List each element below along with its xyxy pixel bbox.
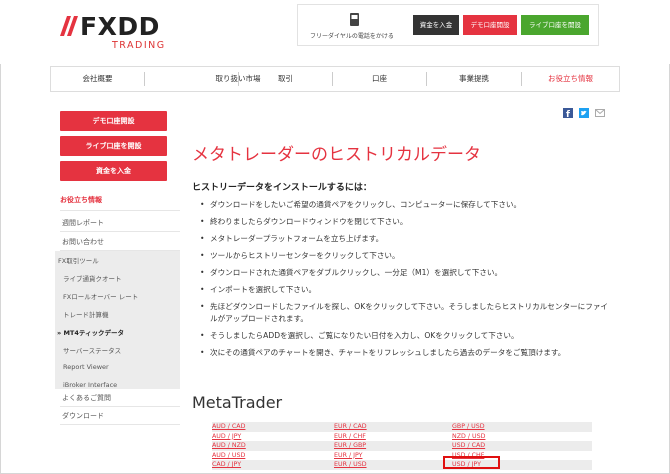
sidebar-divider: [60, 231, 180, 232]
live-account-button[interactable]: ライブ口座を開設: [521, 15, 589, 35]
facebook-icon[interactable]: f: [563, 108, 573, 118]
logo-name: FXDD: [80, 12, 160, 41]
sidebar-divider: [60, 406, 180, 407]
pair-link[interactable]: AUD / CAD: [212, 422, 245, 432]
pair-link[interactable]: EUR / CHF: [334, 432, 366, 442]
list-item: ダウンロードをしたいご希望の通貨ペアをクリックし、コンピューターに保存して下さい…: [200, 199, 612, 211]
sidebar-deposit-button[interactable]: 資金を入金: [60, 161, 167, 181]
site-header: FXDD TRADING フリーダイヤルの電話をかける 資金を入金 デモ口座開設…: [0, 0, 670, 64]
section-subtitle: ヒストリーデータをインストールするには：: [192, 183, 372, 193]
demo-account-button[interactable]: デモ口座開設: [463, 15, 517, 35]
sidebar-item-weekly-report[interactable]: 週間レポート: [62, 218, 104, 228]
list-item: ツールからヒストリーセンターをクリックして下さい。: [200, 250, 612, 262]
nav-trading[interactable]: 取引: [239, 67, 332, 91]
twitter-icon[interactable]: [579, 108, 589, 118]
pair-link[interactable]: AUD / JPY: [212, 432, 241, 442]
pair-link[interactable]: AUD / USD: [212, 451, 245, 461]
sidebar-subitem-label: MT4ティックデータ: [63, 329, 125, 337]
list-item: ダウンロードされた通貨ペアをダブルクリックし、一分足（M1）を選択して下さい。: [200, 267, 612, 279]
table-row: CAD / JPY EUR / USD USD / JPY: [212, 460, 592, 470]
table-row: AUD / CAD EUR / CAD GBP / USD: [212, 422, 592, 432]
deposit-button[interactable]: 資金を入金: [413, 15, 459, 35]
table-row: AUD / USD EUR / JPY USD / CHF: [212, 451, 592, 461]
pair-link[interactable]: EUR / GBP: [334, 441, 366, 451]
pair-link[interactable]: EUR / JPY: [334, 451, 362, 461]
sidebar-demo-button[interactable]: デモ口座開設: [60, 111, 167, 131]
pair-link[interactable]: NZD / USD: [452, 432, 485, 442]
usd-jpy-highlight-box: [443, 456, 500, 469]
sidebar-subitem-report-viewer[interactable]: Report Viewer: [63, 363, 109, 371]
svg-text:f: f: [566, 110, 570, 118]
nav-account[interactable]: 口座: [333, 67, 426, 91]
sidebar-submenu: FX取引ツール ライブ通貨クオート FXロールオーバー レート トレード計算機 …: [55, 251, 180, 389]
pair-link[interactable]: GBP / USD: [452, 422, 485, 432]
sidebar-subitem-calculator[interactable]: トレード計算機: [63, 309, 109, 319]
pair-link[interactable]: USD / CAD: [452, 441, 485, 451]
pair-link[interactable]: CAD / JPY: [212, 460, 241, 470]
logo-slash-icon: [60, 16, 78, 36]
sidebar-item-faq[interactable]: よくあるご質問: [62, 393, 111, 403]
pair-link[interactable]: AUD / NZD: [212, 441, 246, 451]
sidebar-heading[interactable]: お役立ち情報: [60, 195, 102, 205]
sidebar-subitem-server-status[interactable]: サーバーステータス: [63, 345, 121, 355]
sidebar-subitem-rollover[interactable]: FXロールオーバー レート: [63, 291, 138, 301]
sidebar-divider: [60, 424, 180, 425]
sidebar-item-fx-tools[interactable]: FX取引ツール: [58, 255, 99, 265]
list-item: 先ほどダウンロードしたファイルを探し、OKをクリックして下さい。そうしましたらヒ…: [200, 301, 612, 325]
table-row: AUD / NZD EUR / GBP USD / CAD: [212, 441, 592, 451]
sidebar-divider: [60, 210, 180, 211]
nav-company[interactable]: 会社概要: [51, 67, 144, 91]
sidebar-subitem-ibroker[interactable]: iBroker Interface: [63, 381, 117, 389]
pair-link[interactable]: EUR / CAD: [334, 422, 367, 432]
list-item: インポートを選択して下さい。: [200, 284, 612, 296]
main-nav: 会社概要 取り扱い市場 取引 口座 事業提携 お役立ち情報: [50, 66, 620, 92]
top-action-box: フリーダイヤルの電話をかける 資金を入金 デモ口座開設 ライブ口座を開設: [297, 4, 599, 46]
nav-resources[interactable]: お役立ち情報: [522, 67, 619, 91]
sidebar-subitem-mt4-tick-data[interactable]: » MT4ティックデータ: [57, 327, 124, 337]
sidebar-item-contact[interactable]: お問い合わせ: [62, 237, 104, 247]
pair-link[interactable]: EUR / USD: [334, 460, 367, 470]
page-title: メタトレーダーのヒストリカルデータ: [192, 145, 481, 165]
list-item: そうしましたらADDを選択し、ご覧になりたい日付を入力し、OKをクリックして下さ…: [200, 330, 612, 342]
metatrader-heading: MetaTrader: [192, 393, 283, 412]
table-row: AUD / JPY EUR / CHF NZD / USD: [212, 432, 592, 442]
logo-sub: TRADING: [112, 40, 166, 51]
phone-icon: [350, 13, 359, 26]
sidebar-item-download[interactable]: ダウンロード: [62, 411, 104, 421]
mail-icon[interactable]: [595, 108, 605, 118]
list-item: 次にその通貨ペアのチャートを開き、チャートをリフレッシュしましたら過去のデータを…: [200, 347, 612, 359]
list-item: メタトレーダープラットフォームを立ち上げます。: [200, 233, 612, 245]
sidebar-live-button[interactable]: ライブ口座を開設: [60, 136, 167, 156]
sidebar-subitem-live-quote[interactable]: ライブ通貨クオート: [63, 273, 122, 283]
nav-partners[interactable]: 事業提携: [427, 67, 521, 91]
phone-link[interactable]: フリーダイヤルの電話をかける: [310, 31, 394, 40]
fxdd-logo[interactable]: FXDD TRADING: [58, 12, 178, 52]
list-item: 終わりましたらダウンロードウィンドウを閉じて下さい。: [200, 216, 612, 228]
